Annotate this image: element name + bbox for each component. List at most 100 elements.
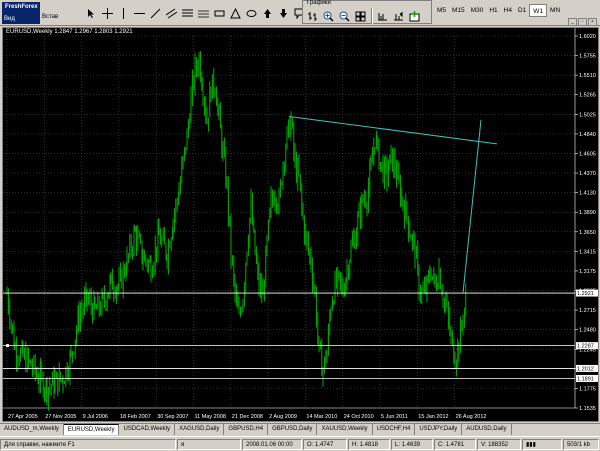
x-tick-label: 30 Sep 2007 — [157, 414, 188, 420]
price-chart[interactable]: 1.6020 1.5755 1.5510 1.5265 1.5025 1.4840 1.46… — [2, 27, 599, 422]
equidistant-icon — [198, 10, 209, 17]
main-toolbar: FreshForex Вид Встав Графики M5 M15 M30 … — [0, 0, 600, 26]
y-tick-label: 1.3415 — [579, 249, 596, 255]
y-tick-label: 1.2480 — [579, 328, 596, 334]
tab-usdcad-weekly[interactable]: USDCAD,Weekly — [119, 424, 176, 435]
minimize-icon: _ — [571, 19, 574, 25]
status-close: C: 1.4781 — [434, 438, 476, 450]
chart-header: EURUSD,Weekly 1.2847 1.2967 1.2803 1.292… — [6, 29, 133, 35]
y-tick-label: 1.4130 — [579, 191, 596, 197]
y-tick-label: 1.3650 — [579, 230, 596, 236]
rectangle-button[interactable] — [212, 5, 227, 21]
charts-toolbar-title: Графики — [307, 0, 331, 6]
channel-button[interactable] — [164, 5, 179, 21]
x-tick-label: 14 Mar 2010 — [306, 414, 337, 420]
tab-xagusd-daily[interactable]: XAGUSD,Daily — [175, 424, 225, 435]
y-tick-label: 1.4370 — [579, 171, 596, 177]
tab-audusd-m-weekly[interactable]: AUDUSD_m,Weekly — [0, 424, 64, 435]
x-tick-label: 27 Nov 2005 — [45, 414, 76, 420]
menu-item-insert[interactable]: Встав — [42, 14, 58, 20]
y-tick-label: 1.4605 — [579, 151, 596, 157]
fibo-icon — [182, 9, 193, 16]
tile-windows-button[interactable] — [353, 8, 368, 24]
period-m5[interactable]: M5 — [434, 4, 449, 17]
tab-usdchf-h4[interactable]: USDCHF,H4 — [372, 424, 416, 435]
tab-xauusd-weekly[interactable]: XAUUSD,Weekly — [317, 424, 373, 435]
fibo-button[interactable] — [180, 5, 195, 21]
trendline-button[interactable] — [148, 5, 163, 21]
x-tick-label: 21 Dec 2008 — [232, 414, 263, 420]
period-h4[interactable]: H4 — [501, 4, 515, 17]
autoscroll-button[interactable] — [391, 8, 406, 24]
y-tick-label: 1.1535 — [579, 406, 596, 412]
app-brand: FreshForex Вид — [2, 2, 40, 24]
period-d1[interactable]: D1 — [515, 4, 529, 17]
arrow-down-button[interactable] — [276, 5, 291, 21]
tab-usdjpy-daily[interactable]: USDJPY,Daily — [415, 424, 463, 435]
level-price-label: 1.1891 — [577, 376, 594, 382]
chart-background — [3, 28, 598, 421]
triangle-button[interactable] — [228, 5, 243, 21]
x-tick-label: 18 Feb 2007 — [120, 414, 151, 420]
status-traffic: 503/1 kb — [563, 438, 599, 450]
trendline-icon — [150, 8, 161, 18]
arrow-up-button[interactable] — [260, 5, 275, 21]
close-button[interactable]: × — [588, 18, 597, 26]
rectangle-icon — [214, 10, 225, 16]
level-price-label: 1.2287 — [577, 344, 594, 350]
close-icon: × — [591, 19, 594, 25]
window-controls: _ ▫ × — [568, 18, 597, 26]
indicators-button[interactable] — [407, 8, 422, 24]
period-mn[interactable]: MN — [547, 4, 563, 17]
horizontal-line-button[interactable] — [132, 5, 147, 21]
equidistant-button[interactable] — [196, 5, 211, 21]
y-tick-label: 1.3890 — [579, 210, 596, 216]
crosshair-button[interactable] — [100, 5, 115, 21]
chart-tabs: AUDUSD_m,Weekly EURUSD,Weekly USDCAD,Wee… — [0, 423, 600, 435]
toolbar-separator — [371, 8, 373, 24]
status-low: L: 1.4639 — [391, 438, 433, 450]
drawing-tools — [84, 4, 308, 22]
terminal-window: FreshForex Вид Встав Графики M5 M15 M30 … — [0, 0, 600, 451]
menu-item-view[interactable]: Вид — [4, 16, 15, 22]
autoscroll-icon — [394, 11, 403, 20]
y-tick-label: 1.5510 — [579, 73, 596, 79]
chart-shift-button[interactable] — [375, 8, 390, 24]
tab-gbpusd-h4[interactable]: GBPUSD,H4 — [224, 424, 269, 435]
ellipse-button[interactable] — [244, 5, 259, 21]
level-price-label: 1.2012 — [577, 366, 594, 372]
tab-gbpusd-daily[interactable]: GBPUSD,Daily — [268, 424, 318, 435]
tab-eurusd-weekly[interactable]: EURUSD,Weekly — [63, 424, 120, 435]
tab-audusd-daily[interactable]: AUDUSD,Daily — [462, 424, 512, 435]
vertical-line-button[interactable] — [116, 5, 131, 21]
status-profile: я — [177, 438, 241, 450]
cursor-button[interactable] — [84, 5, 99, 21]
chart-shift-icon — [378, 12, 387, 20]
restore-icon: ▫ — [581, 19, 584, 25]
x-tick-label: 24 Oct 2010 — [344, 414, 374, 420]
period-h1[interactable]: H1 — [486, 4, 500, 17]
x-tick-label: 9 Jul 2006 — [83, 414, 108, 420]
status-open: O: 1.4747 — [303, 438, 347, 450]
y-tick-label: 1.5755 — [579, 54, 596, 60]
ellipse-icon — [246, 9, 257, 17]
price-chart-svg[interactable]: 1.6020 1.5755 1.5510 1.5265 1.5025 1.4840 1.46… — [3, 28, 599, 422]
minimize-button[interactable]: _ — [568, 18, 577, 26]
x-tick-label: 2 Aug 2009 — [269, 414, 297, 420]
status-help: Для справки, нажмите F1 — [0, 438, 176, 450]
restore-button[interactable]: ▫ — [578, 18, 587, 26]
arrow-down-icon — [280, 8, 287, 18]
crosshair-icon — [102, 7, 113, 19]
bar-chart-button[interactable] — [305, 8, 320, 24]
indicators-icon — [409, 10, 420, 21]
zoom-out-button[interactable] — [337, 8, 352, 24]
x-tick-label: 15 Jan 2012 — [418, 414, 448, 420]
app-name: FreshForex — [5, 4, 38, 10]
zoom-in-button[interactable] — [321, 8, 336, 24]
period-m30[interactable]: M30 — [468, 4, 487, 17]
menu-bar: Вид — [4, 16, 15, 22]
period-w1[interactable]: W1 — [529, 4, 548, 17]
charts-toolbar: Графики — [302, 0, 432, 24]
y-tick-label: 1.2715 — [579, 308, 596, 314]
period-m15[interactable]: M15 — [449, 4, 468, 17]
